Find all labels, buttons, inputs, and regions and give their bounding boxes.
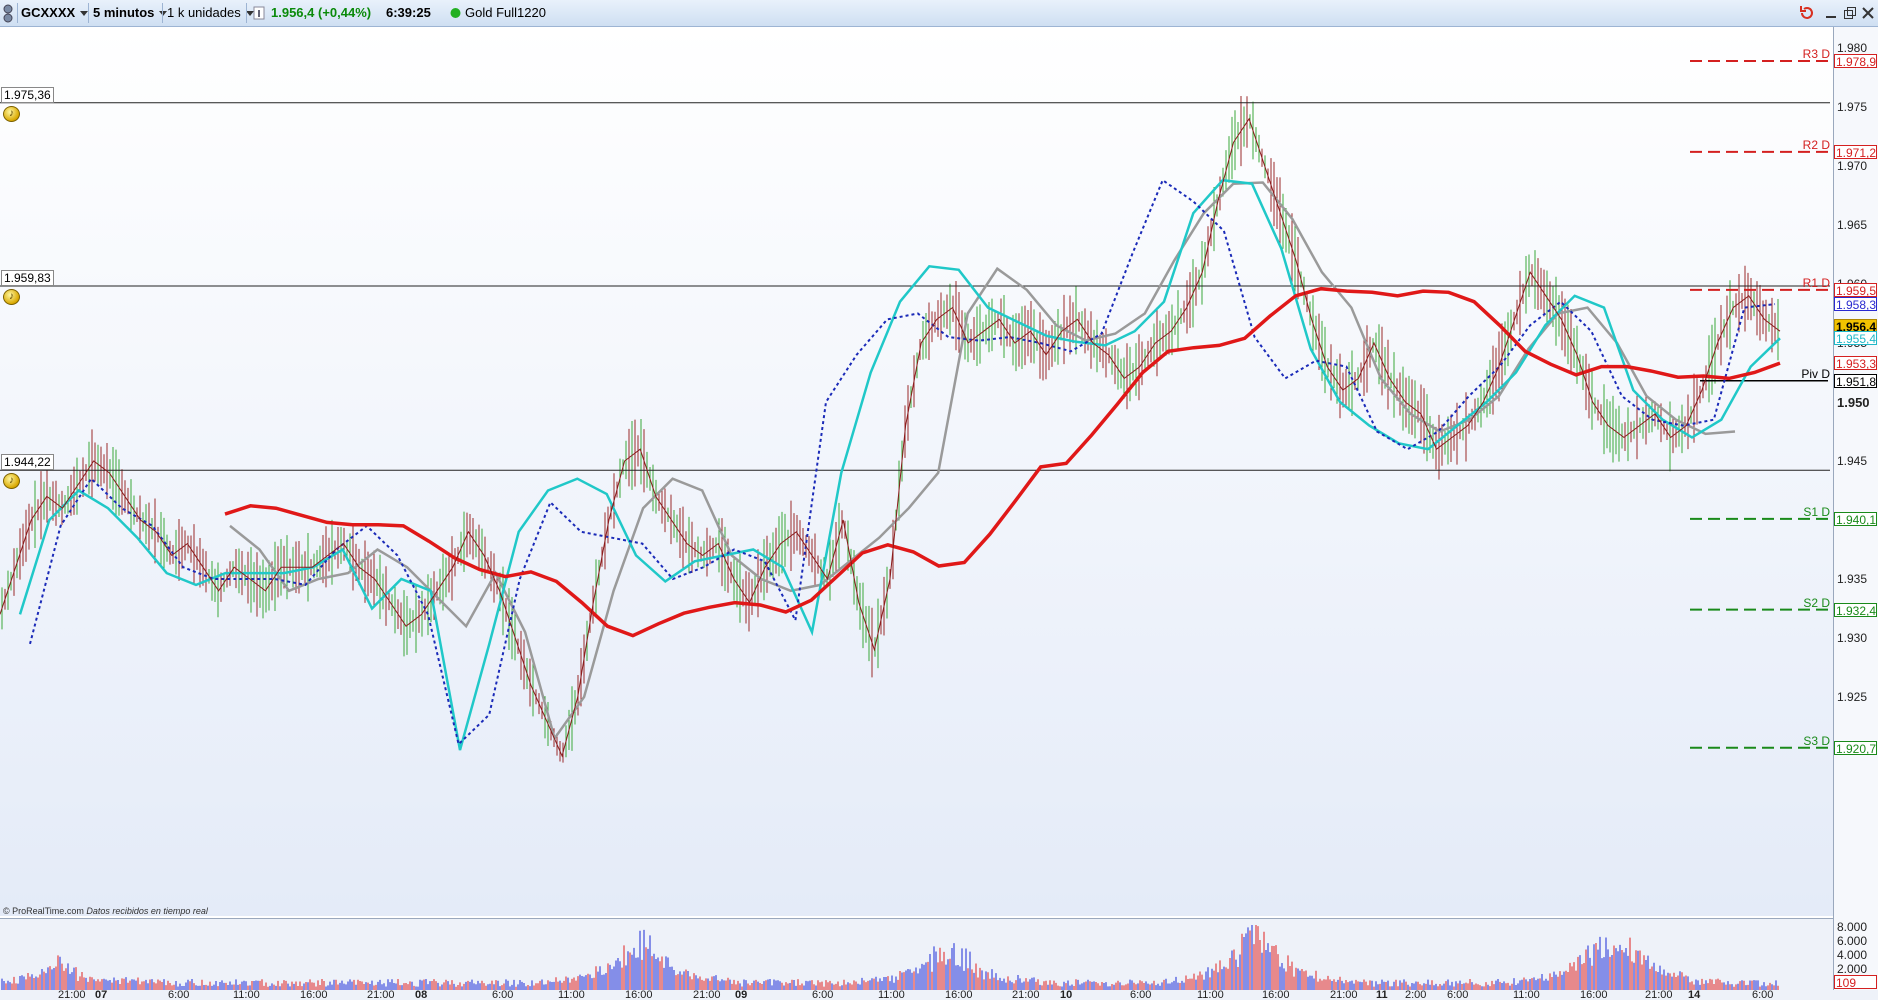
chart-toolbar: GCXXXX 5 minutos 1 k unidades 1.956,4 (+… [0, 0, 1878, 27]
alert-bell-icon[interactable]: ♪ [3, 289, 20, 305]
time-axis-hour: 6:00 [812, 989, 834, 1001]
chevron-down-icon [80, 11, 89, 17]
time-axis-day: 14 [1688, 989, 1701, 1001]
pivot-name: R3 D [1802, 46, 1830, 61]
price-tick: 1.975 [1837, 100, 1868, 114]
pivot-value: 1.951,8 [1834, 373, 1877, 389]
symbol-selector[interactable]: GCXXXX [21, 3, 89, 23]
time-axis-hour: 6:00 [1447, 989, 1469, 1001]
time-axis-hour: 11:00 [1197, 989, 1224, 1001]
restore-icon[interactable] [1841, 4, 1859, 22]
pivot-value: 1.932,4 [1834, 602, 1877, 618]
horizontal-line-price[interactable]: 1.959,83 [1, 270, 54, 286]
time-axis-hour: 21:00 [1645, 989, 1673, 1001]
price-badge: 1.958,3 [1834, 297, 1877, 313]
time-axis-hour: 11:00 [1513, 989, 1540, 1001]
pivot-value: 1.959,5 [1834, 282, 1877, 298]
price-tick: 1.950 [1837, 395, 1870, 410]
info-icon[interactable] [253, 3, 267, 23]
time-axis-day: 07 [95, 989, 108, 1001]
current-volume-badge: 109 [1834, 975, 1877, 990]
time-axis-hour: 21:00 [367, 989, 395, 1001]
pivot-name: Piv D [1801, 366, 1830, 381]
data-source-credit: © ProRealTime.com Datos recibidos en tie… [3, 906, 208, 916]
time-axis-hour: 6:00 [1130, 989, 1152, 1001]
price-tick: 1.930 [1837, 631, 1868, 645]
price-tick: 1.965 [1837, 218, 1868, 232]
volume-tick: 4.000 [1837, 948, 1868, 962]
time-axis-day: 11 [1376, 989, 1388, 1001]
clock-time: 6:39:25 [386, 5, 431, 20]
time-axis-hour: 21:00 [58, 989, 86, 1001]
price-badge: 1.955,4 [1834, 331, 1877, 347]
time-axis-hour: 16:00 [1262, 989, 1290, 1001]
pivot-name: R2 D [1802, 137, 1830, 152]
pivot-name: S3 D [1803, 733, 1830, 748]
time-axis-hour: 11:00 [878, 989, 905, 1001]
time-axis-hour: 16:00 [1580, 989, 1608, 1001]
price-tick: 1.925 [1837, 690, 1868, 704]
time-axis-day: 09 [735, 989, 748, 1001]
pivot-value: 1.940,1 [1834, 511, 1877, 527]
info-icon-glyph [253, 6, 265, 20]
volume-tick: 6.000 [1837, 934, 1868, 948]
credit-brand: © ProRealTime.com [3, 906, 84, 916]
settings-menu-icon[interactable] [2, 3, 16, 23]
pivot-name: S2 D [1803, 595, 1830, 610]
time-axis-hour: 2:00 [1405, 989, 1427, 1001]
pivot-value: 1.978,9 [1834, 53, 1877, 69]
status-dot-icon [450, 3, 462, 23]
volume-tick: 8.000 [1837, 920, 1868, 934]
price-change: 1.956,4 (+0,44%) [271, 5, 372, 20]
volume-tick: 2.000 [1837, 962, 1868, 976]
pivot-value: 1.920,7 [1834, 740, 1877, 756]
price-chart[interactable] [0, 27, 1878, 916]
price-tick: 1.980 [1837, 41, 1868, 55]
volume-chart[interactable] [0, 918, 1878, 990]
settings-menu-icon-glyph [3, 4, 13, 23]
time-axis-day: 08 [415, 989, 428, 1001]
minimize-icon[interactable] [1822, 4, 1840, 22]
timeframe-selector[interactable]: 5 minutos [93, 3, 168, 23]
price-badge: 1.953,3 [1834, 356, 1877, 372]
units-selector[interactable]: 1 k unidades [167, 3, 254, 23]
credit-note: Datos recibidos en tiempo real [86, 906, 208, 916]
price-tick: 1.970 [1837, 159, 1868, 173]
symbol-label: GCXXXX [21, 5, 76, 20]
time-axis-day: 10 [1060, 989, 1073, 1001]
pivot-value: 1.971,2 [1834, 144, 1877, 160]
close-icon[interactable] [1859, 4, 1877, 22]
price-tick: 1.945 [1837, 454, 1868, 468]
refresh-icon[interactable] [1798, 4, 1816, 22]
pivot-name: R1 D [1802, 275, 1830, 290]
horizontal-line-price[interactable]: 1.944,22 [1, 454, 54, 471]
time-axis-hour: 11:00 [233, 989, 260, 1001]
time-axis-hour: 21:00 [1012, 989, 1040, 1001]
time-axis-hour: 6:00 [168, 989, 190, 1001]
units-label: 1 k unidades [167, 5, 241, 20]
time-axis-hour: 21:00 [693, 989, 721, 1001]
horizontal-line-price[interactable]: 1.975,36 [1, 86, 54, 103]
timeframe-label: 5 minutos [93, 5, 155, 20]
time-axis-hour: 6:00 [1752, 989, 1774, 1001]
instrument-name: Gold Full1220 [465, 5, 546, 20]
time-axis-hour: 16:00 [625, 989, 653, 1001]
pivot-name: S1 D [1803, 504, 1830, 519]
time-axis-hour: 16:00 [945, 989, 973, 1001]
time-axis-hour: 21:00 [1330, 989, 1358, 1001]
time-axis-hour: 11:00 [558, 989, 585, 1001]
time-axis-hour: 6:00 [492, 989, 514, 1001]
time-axis-hour: 16:00 [300, 989, 328, 1001]
alert-bell-icon[interactable]: ♪ [3, 105, 20, 122]
price-tick: 1.935 [1837, 572, 1868, 586]
